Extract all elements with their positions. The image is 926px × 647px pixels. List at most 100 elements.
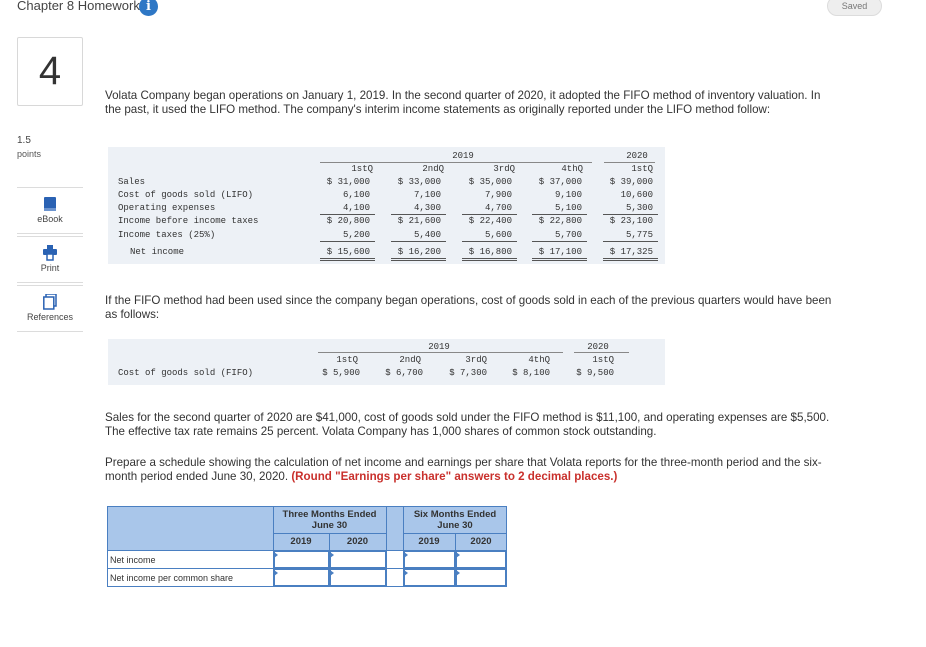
- ebook-label: eBook: [37, 214, 63, 224]
- table-cell: $ 17,100: [538, 247, 582, 257]
- net-income-6m-2019-input[interactable]: [404, 551, 455, 568]
- table-cell: 5,700: [554, 230, 582, 240]
- references-button[interactable]: References: [17, 285, 83, 332]
- net-income-3m-2020-input[interactable]: [330, 551, 386, 568]
- row-label-net-income: Net income: [110, 555, 156, 565]
- table-cell: 5,400: [413, 230, 441, 240]
- table-cell: $ 37,000: [538, 177, 582, 187]
- book-icon: [44, 197, 56, 211]
- year-2019-header: 2019: [452, 151, 474, 161]
- ebook-button[interactable]: eBook: [17, 187, 83, 234]
- table-cell: $ 23,100: [609, 216, 653, 226]
- table-cell: $ 20,800: [326, 216, 370, 226]
- quarter-header: 1stQ: [631, 164, 653, 174]
- quarter-header: 1stQ: [351, 164, 373, 174]
- fifo-cogs-table: 2019 2020 1stQ 2ndQ 3rdQ 4thQ 1stQ Cost …: [108, 339, 665, 385]
- quarter-header: 3rdQ: [493, 164, 515, 174]
- references-icon: [43, 294, 57, 310]
- cell-marker-icon: [456, 570, 460, 576]
- quarter-header: 2ndQ: [422, 164, 444, 174]
- rounding-note: (Round "Earnings per share" answers to 2…: [291, 470, 618, 483]
- year-2020-header: 2020: [626, 151, 648, 161]
- col-2019-3m: 2019: [290, 536, 312, 547]
- table-cell: 9,100: [554, 190, 582, 200]
- question-intro: Volata Company began operations on Janua…: [105, 89, 821, 116]
- table-cell: 7,900: [484, 190, 512, 200]
- col-2020-3m: 2020: [346, 536, 369, 547]
- table-cell: $ 22,800: [538, 216, 582, 226]
- table-cell: $ 22,400: [468, 216, 512, 226]
- fifo-intro: If the FIFO method had been used since t…: [105, 294, 832, 321]
- three-months-header: Three Months Ended June 30: [273, 509, 386, 531]
- table-cell: 6,100: [342, 190, 370, 200]
- quarter-header: 1stQ: [336, 355, 358, 365]
- table-cell: $ 6,700: [385, 368, 423, 378]
- row-label-sales: Sales: [118, 177, 146, 187]
- table-cell: 7,100: [413, 190, 441, 200]
- net-income-6m-2020-input[interactable]: [456, 551, 506, 568]
- table-cell: 5,300: [625, 203, 653, 213]
- three-months-line1: Three Months Ended: [282, 509, 377, 520]
- table-cell: $ 35,000: [468, 177, 512, 187]
- table-cell: 4,300: [413, 203, 441, 213]
- table-cell: $ 5,900: [322, 368, 360, 378]
- quarter-header: 1stQ: [592, 355, 614, 365]
- cell-marker-icon: [274, 570, 278, 576]
- col-2020-6m: 2020: [470, 536, 492, 547]
- row-label-cogs-fifo: Cost of goods sold (FIFO): [118, 368, 254, 378]
- table-cell: $ 16,800: [468, 247, 512, 257]
- six-months-line1: Six Months Ended: [413, 509, 497, 520]
- table-cell: $ 39,000: [609, 177, 653, 187]
- net-income-3m-2019-input[interactable]: [274, 551, 329, 568]
- table-cell: $ 33,000: [397, 177, 441, 187]
- table-cell: $ 17,325: [609, 247, 653, 257]
- quarter-header: 2ndQ: [399, 355, 421, 365]
- eps-3m-2019-input[interactable]: [274, 569, 329, 586]
- table-cell: 5,775: [625, 230, 653, 240]
- table-cell: 10,600: [620, 190, 653, 200]
- cell-marker-icon: [404, 570, 408, 576]
- table-cell: $ 8,100: [512, 368, 550, 378]
- print-button[interactable]: Print: [17, 236, 83, 283]
- print-label: Print: [40, 263, 60, 273]
- cell-marker-icon: [456, 552, 460, 558]
- info-icon[interactable]: i: [139, 0, 158, 16]
- table-cell: $ 7,300: [449, 368, 487, 378]
- row-label-cogs-lifo: Cost of goods sold (LIFO): [118, 190, 254, 200]
- table-cell: 5,600: [484, 230, 512, 240]
- table-cell: 4,700: [484, 203, 512, 213]
- points-value: 1.5: [17, 135, 31, 146]
- table-cell: $ 31,000: [326, 177, 370, 187]
- points-label: points: [17, 149, 42, 159]
- cell-marker-icon: [330, 570, 334, 576]
- question-facts: Sales for the second quarter of 2020 are…: [105, 411, 830, 438]
- page-title: Chapter 8 Homework: [17, 0, 140, 13]
- table-cell: $ 15,600: [326, 247, 370, 257]
- year-2019-header: 2019: [428, 342, 450, 352]
- table-cell: $ 21,600: [397, 216, 441, 226]
- quarter-header: 4thQ: [561, 164, 583, 174]
- answer-grid: Three Months Ended June 30 Six Months En…: [107, 506, 507, 587]
- row-label-income-before-taxes: Income before income taxes: [118, 216, 259, 226]
- row-label-income-taxes: Income taxes (25%): [118, 230, 216, 240]
- table-cell: 4,100: [342, 203, 370, 213]
- question-number: 4: [17, 37, 83, 106]
- eps-6m-2019-input[interactable]: [404, 569, 455, 586]
- eps-6m-2020-input[interactable]: [456, 569, 506, 586]
- six-months-line2: June 30: [437, 520, 473, 531]
- cell-marker-icon: [274, 552, 278, 558]
- table-cell: $ 9,500: [576, 368, 614, 378]
- eps-3m-2020-input[interactable]: [330, 569, 386, 586]
- three-months-line2: June 30: [311, 520, 348, 531]
- year-2020-header: 2020: [587, 342, 609, 352]
- cell-marker-icon: [330, 552, 334, 558]
- table-cell: $ 16,200: [397, 247, 441, 257]
- quarter-header: 4thQ: [528, 355, 550, 365]
- six-months-header: Six Months Ended June 30: [403, 509, 507, 531]
- row-label-operating-expenses: Operating expenses: [118, 203, 216, 213]
- references-label: References: [26, 312, 74, 322]
- question-instruction: Prepare a schedule showing the calculati…: [105, 456, 850, 484]
- income-statement-table: 2019 2020 1stQ 2ndQ 3rdQ 4thQ 1stQ Sales…: [108, 147, 665, 264]
- col-2019-6m: 2019: [418, 536, 440, 547]
- saved-status-badge: Saved: [827, 0, 882, 16]
